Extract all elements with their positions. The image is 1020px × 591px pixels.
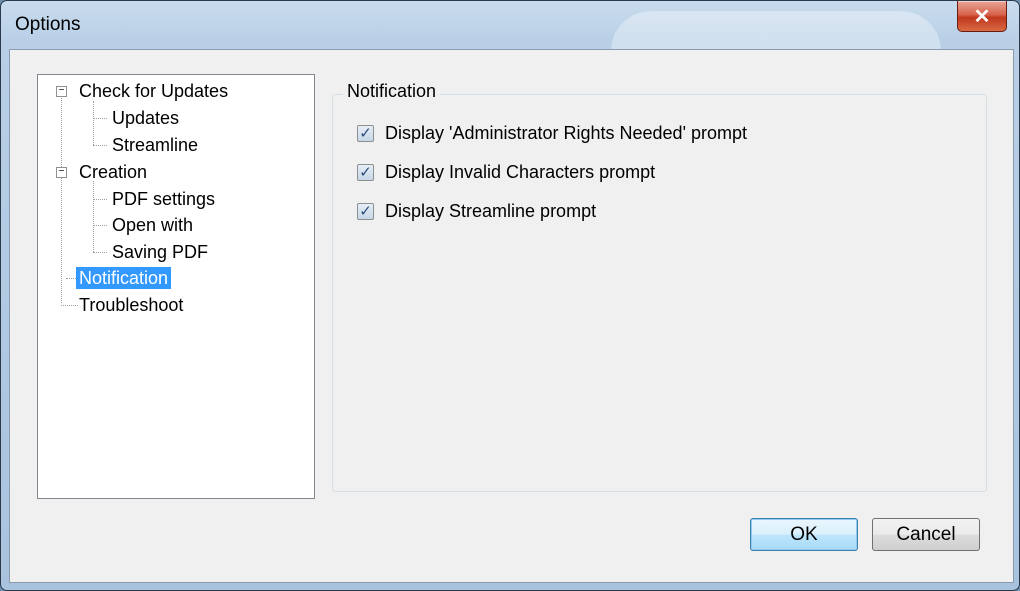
tree-item-troubleshoot[interactable]: Troubleshoot: [76, 294, 186, 316]
tree-item-notification[interactable]: Notification: [76, 267, 172, 289]
tree-line: [93, 225, 107, 226]
tree-line: [93, 252, 107, 253]
tree-item-streamline[interactable]: Streamline: [109, 134, 201, 156]
ok-button[interactable]: OK: [750, 518, 858, 551]
tree-line: [61, 95, 62, 303]
collapse-icon[interactable]: −: [56, 167, 67, 178]
collapse-icon[interactable]: −: [56, 86, 67, 97]
tree-item-updates[interactable]: Updates: [109, 107, 182, 129]
group-title: Notification: [343, 81, 441, 102]
tree-item-pdf-settings[interactable]: PDF settings: [109, 188, 218, 210]
checkbox-label[interactable]: Display Streamline prompt: [385, 201, 596, 222]
tree-line: [93, 101, 94, 145]
checkbox-label[interactable]: Display Invalid Characters prompt: [385, 162, 655, 183]
cancel-button[interactable]: Cancel: [872, 518, 980, 551]
tree-item-open-with[interactable]: Open with: [109, 214, 196, 236]
tree-line: [93, 199, 107, 200]
window-title: Options: [15, 14, 81, 35]
title-bar[interactable]: Options ✕: [1, 1, 1019, 91]
checkbox-admin-rights-prompt[interactable]: ✓ Display 'Administrator Rights Needed' …: [357, 121, 747, 145]
checkbox-checked-icon[interactable]: ✓: [357, 202, 374, 220]
checkbox-checked-icon[interactable]: ✓: [357, 163, 374, 181]
tree-line: [93, 118, 107, 119]
checkbox-checked-icon[interactable]: ✓: [357, 124, 374, 142]
checkbox-streamline-prompt[interactable]: ✓ Display Streamline prompt: [357, 199, 596, 223]
checkbox-invalid-characters-prompt[interactable]: ✓ Display Invalid Characters prompt: [357, 160, 655, 184]
tree-item-saving-pdf[interactable]: Saving PDF: [109, 241, 211, 263]
options-tree[interactable]: − − Check for Updates Updates Streamline…: [37, 74, 315, 499]
checkbox-label[interactable]: Display 'Administrator Rights Needed' pr…: [385, 123, 747, 144]
tree-item-creation[interactable]: Creation: [76, 161, 150, 183]
tree-item-check-for-updates[interactable]: Check for Updates: [76, 80, 231, 102]
tree-line: [93, 145, 107, 146]
dialog-client-area: − − Check for Updates Updates Streamline…: [9, 49, 1014, 583]
close-icon: ✕: [973, 5, 991, 28]
notification-group: [332, 94, 987, 492]
close-button[interactable]: ✕: [957, 1, 1007, 32]
tree-line: [93, 181, 94, 252]
options-dialog: Options ✕ − − Check for Updates Updates …: [0, 0, 1020, 591]
